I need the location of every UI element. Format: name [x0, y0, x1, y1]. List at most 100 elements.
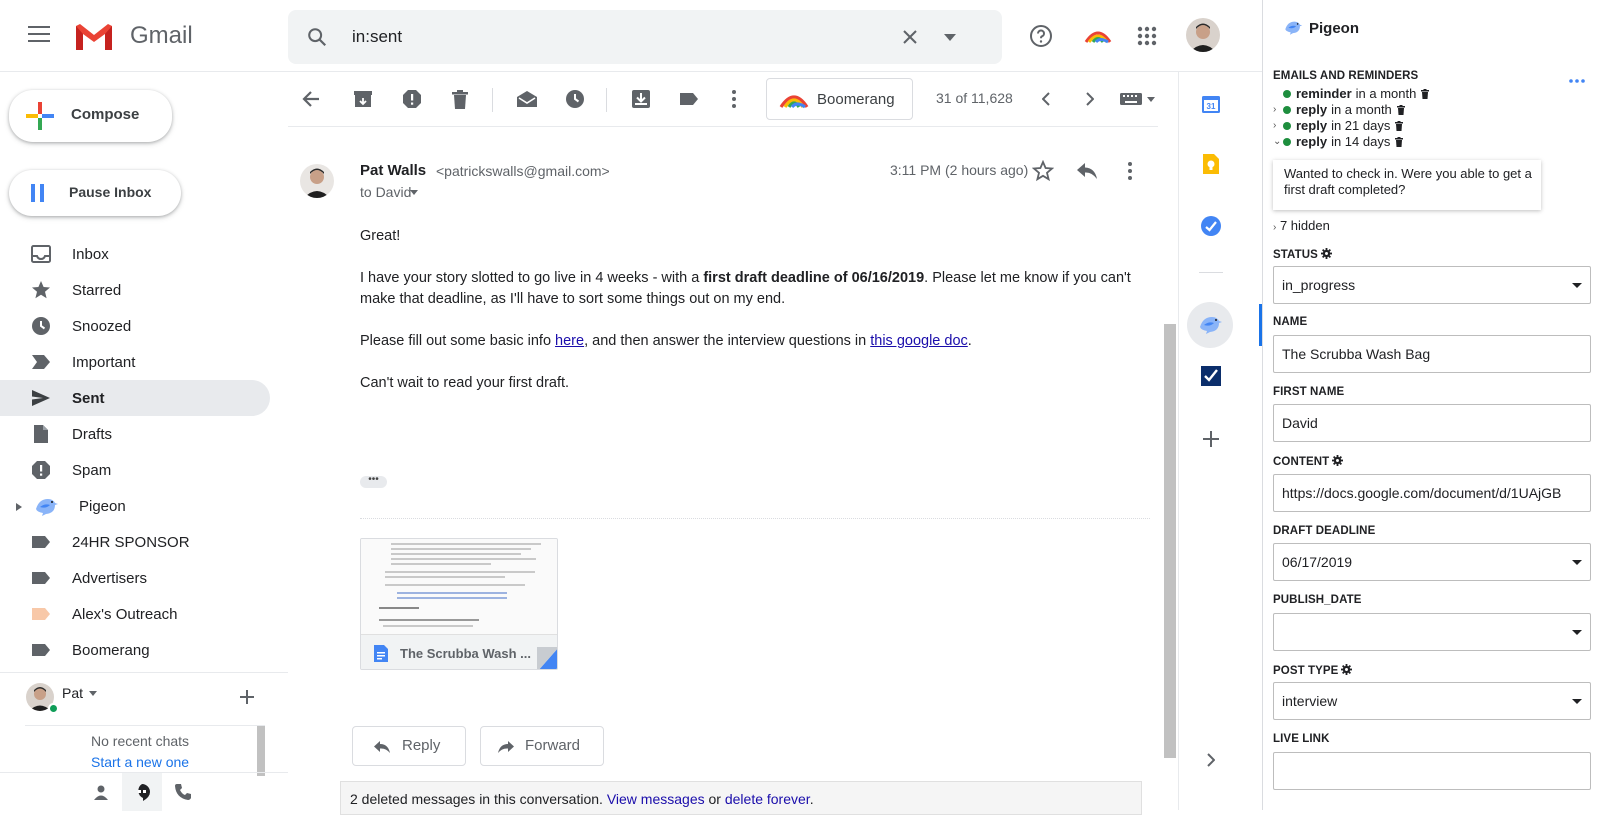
contacts-icon[interactable]	[93, 784, 109, 800]
sidebar-item-label: Alex's Outreach	[72, 605, 178, 623]
more-options-icon[interactable]	[723, 88, 745, 110]
chevron-down-icon[interactable]	[89, 691, 97, 696]
delete-icon[interactable]	[449, 88, 471, 110]
gmail-wordmark[interactable]: Gmail	[130, 22, 193, 50]
snooze-icon[interactable]	[564, 88, 586, 110]
delete-reminder-icon[interactable]	[1421, 88, 1430, 99]
collapse-panel-chevron-icon[interactable]	[1199, 748, 1223, 772]
publish-date-select[interactable]	[1273, 613, 1591, 651]
sidebar-item-24hr-sponsor[interactable]: 24HR SPONSOR	[0, 524, 270, 560]
reminder-row[interactable]: › reply in a month	[1273, 102, 1405, 117]
tasks-icon[interactable]	[1199, 214, 1223, 238]
first-name-field[interactable]: David	[1273, 404, 1591, 442]
message-paragraph-2: Please fill out some basic info here, an…	[360, 333, 972, 349]
hangouts-tab[interactable]	[122, 773, 162, 811]
show-details-icon[interactable]	[410, 190, 418, 195]
sidebar-item-alexs-outreach[interactable]: Alex's Outreach	[0, 596, 270, 632]
reply-button[interactable]: Reply	[352, 726, 466, 766]
start-chat-link[interactable]: Start a new one	[91, 754, 189, 770]
pause-inbox-label: Pause Inbox	[69, 184, 152, 200]
reminder-row[interactable]: reminder in a month	[1273, 86, 1430, 101]
name-field[interactable]: The Scrubba Wash Bag	[1273, 335, 1591, 373]
main-menu-icon[interactable]	[28, 26, 50, 46]
keep-icon[interactable]	[1199, 152, 1223, 176]
sidebar-item-starred[interactable]: Starred	[0, 272, 270, 308]
addon-side-panel: 31	[1178, 72, 1263, 810]
older-chevron-icon[interactable]	[1079, 88, 1101, 110]
sidebar-item-boomerang[interactable]: Boomerang	[0, 632, 270, 668]
newer-chevron-icon[interactable]	[1035, 88, 1057, 110]
live-link-field[interactable]	[1273, 752, 1591, 790]
chat-scrollbar[interactable]	[257, 726, 265, 776]
delete-reminder-icon[interactable]	[1396, 104, 1405, 115]
back-icon[interactable]	[300, 88, 322, 110]
message-more-icon[interactable]	[1128, 162, 1132, 180]
move-to-icon[interactable]	[630, 88, 652, 110]
forward-button[interactable]: Forward	[480, 726, 604, 766]
sidebar-item-snoozed[interactable]: Snoozed	[0, 308, 270, 344]
reminders-more-icon[interactable]	[1569, 79, 1585, 83]
content-field[interactable]: https://docs.google.com/document/d/1UAjG…	[1273, 474, 1591, 512]
message-scrollbar[interactable]	[1164, 324, 1176, 758]
pigeon-addon-button[interactable]	[1187, 302, 1233, 348]
search-icon[interactable]	[306, 26, 328, 48]
recipient-line[interactable]: to David	[360, 184, 411, 200]
gear-icon[interactable]	[1320, 248, 1332, 259]
mark-unread-icon[interactable]	[516, 88, 538, 110]
sidebar-item-sent[interactable]: Sent	[0, 380, 270, 416]
here-link[interactable]: here	[555, 333, 584, 349]
search-bar[interactable]: in:sent	[288, 10, 1002, 64]
reminder-preview-card[interactable]: Wanted to check in. Were you able to get…	[1273, 160, 1541, 210]
calendar-icon[interactable]: 31	[1199, 92, 1223, 116]
compose-button[interactable]: Compose	[9, 90, 172, 142]
chat-user-name[interactable]: Pat	[62, 685, 83, 701]
phone-icon[interactable]	[174, 783, 192, 801]
boomerang-logo-icon[interactable]	[1084, 28, 1112, 44]
get-addons-plus-icon[interactable]	[1199, 427, 1223, 451]
sidebar-item-spam[interactable]: Spam	[0, 452, 270, 488]
input-tools-icon[interactable]	[1120, 88, 1156, 110]
google-doc-link[interactable]: this google doc	[870, 333, 968, 349]
attachment-card[interactable]: The Scrubba Wash ...	[360, 538, 558, 670]
clear-search-icon[interactable]	[902, 29, 918, 45]
sender-name[interactable]: Pat Walls	[360, 162, 426, 179]
status-select[interactable]: in_progress	[1273, 266, 1591, 304]
reminder-row[interactable]: ⌄ reply in 14 days	[1273, 134, 1404, 149]
delete-reminder-icon[interactable]	[1395, 136, 1404, 147]
apps-grid-icon[interactable]	[1137, 26, 1157, 46]
report-spam-icon[interactable]	[401, 88, 423, 110]
search-options-icon[interactable]	[944, 34, 956, 41]
gmail-logo-icon[interactable]	[74, 22, 114, 52]
search-input[interactable]: in:sent	[352, 27, 402, 47]
gear-icon[interactable]	[1332, 455, 1344, 466]
reply-icon[interactable]	[1076, 162, 1098, 180]
expand-caret-icon[interactable]	[16, 503, 22, 511]
sender-email: <patrickswalls@gmail.com>	[436, 163, 610, 179]
status-dot	[1283, 121, 1291, 130]
sender-avatar[interactable]	[300, 164, 334, 198]
sidebar-item-drafts[interactable]: Drafts	[0, 416, 270, 452]
draft-deadline-select[interactable]: 06/17/2019	[1273, 543, 1591, 581]
boomerang-button[interactable]: Boomerang	[766, 78, 913, 120]
new-chat-plus-icon[interactable]	[240, 690, 254, 704]
view-messages-link[interactable]: View messages	[607, 791, 705, 807]
help-icon[interactable]	[1029, 24, 1053, 48]
archive-icon[interactable]	[352, 88, 374, 110]
gear-icon[interactable]	[1341, 664, 1353, 675]
draft-deadline-label: DRAFT DEADLINE	[1273, 525, 1376, 537]
reminder-row[interactable]: › reply in 21 days	[1273, 118, 1404, 133]
sidebar-item-important[interactable]: Important	[0, 344, 270, 380]
account-avatar[interactable]	[1186, 18, 1220, 52]
sidebar-item-advertisers[interactable]: Advertisers	[0, 560, 270, 596]
show-trimmed-content-button[interactable]: •••	[360, 475, 387, 488]
post-type-select[interactable]: interview	[1273, 682, 1591, 720]
delete-reminder-icon[interactable]	[1395, 120, 1404, 131]
delete-forever-link[interactable]: delete forever	[725, 791, 810, 807]
pause-inbox-button[interactable]: Pause Inbox	[9, 170, 181, 216]
sidebar-item-pigeon[interactable]: Pigeon	[0, 488, 270, 524]
labels-icon[interactable]	[678, 88, 700, 110]
hidden-items-toggle[interactable]: › 7 hidden	[1273, 218, 1330, 233]
star-outline-icon[interactable]	[1032, 160, 1054, 182]
sidebar-item-inbox[interactable]: Inbox	[0, 236, 270, 272]
streak-icon[interactable]	[1199, 364, 1223, 388]
